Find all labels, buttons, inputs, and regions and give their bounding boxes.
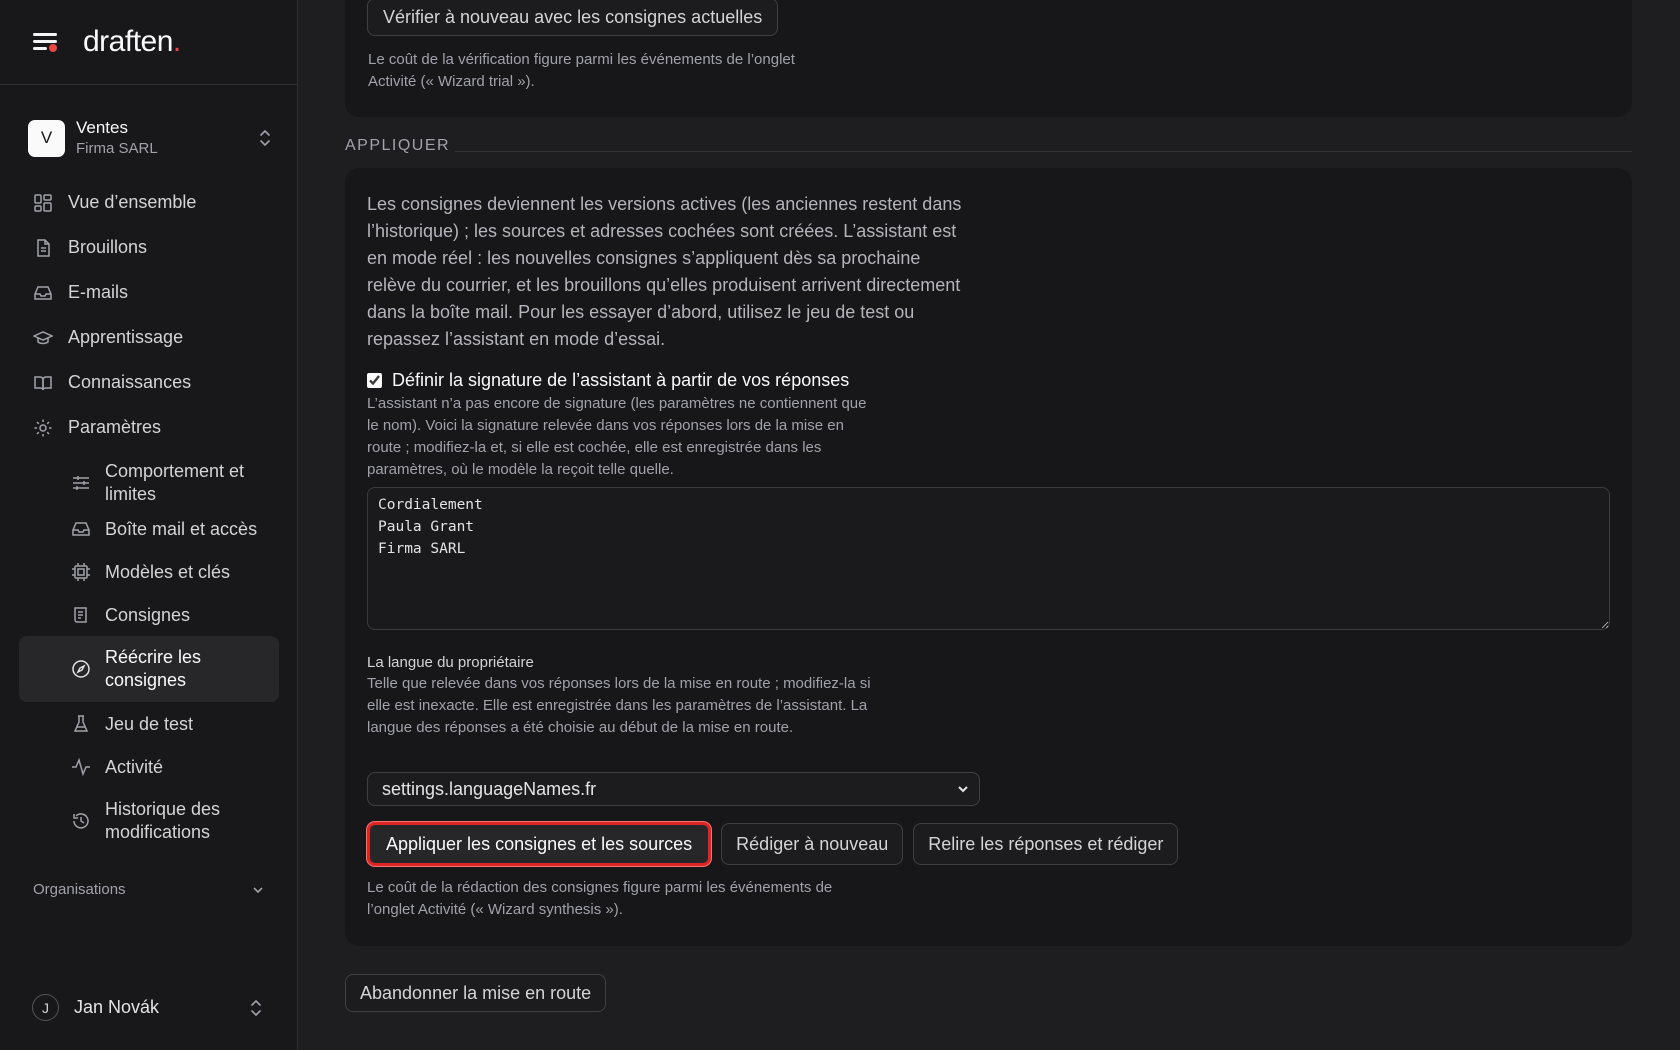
sidebar-item-label: Boîte mail et accès	[105, 518, 258, 539]
sidebar-nav: Vue d’ensemble Brouillons E-mails Appren…	[19, 180, 279, 854]
document-icon	[37, 238, 50, 257]
verify-cost-hint: Le coût de la vérification figure parmi …	[368, 51, 795, 90]
sidebar-subitem-mailbox[interactable]: Boîte mail et accès	[19, 508, 279, 550]
activity-icon	[72, 757, 90, 777]
sidebar-subitem-activity[interactable]: Activité	[19, 746, 279, 788]
sidebar-item-label: Brouillons	[68, 237, 148, 257]
sidebar-item-label: Apprentissage	[68, 327, 184, 347]
flask-icon	[73, 715, 89, 732]
organizations-toggle[interactable]: Organisations	[33, 881, 265, 898]
sidebar-item-label: Jeu de test	[105, 713, 194, 734]
sidebar-subitem-behavior[interactable]: Comportement et limites	[19, 458, 279, 508]
organizations-label: Organisations	[33, 881, 126, 898]
signature-hint: L’assistant n’a pas encore de signature …	[367, 395, 867, 478]
book-open-icon	[34, 375, 52, 390]
apply-instructions-button[interactable]: Appliquer les consignes et les sources	[367, 822, 712, 866]
sidebar-item-label: E-mails	[68, 282, 129, 302]
reread-and-draft-button[interactable]: Relire les réponses et rédiger	[913, 823, 1179, 865]
sidebar-item-learning[interactable]: Apprentissage	[19, 315, 279, 360]
sidebar-item-emails[interactable]: E-mails	[19, 270, 279, 315]
dashboard-icon	[34, 193, 52, 212]
sidebar-item-label: Vue d’ensemble	[68, 192, 197, 212]
sidebar-item-label: Consignes	[105, 604, 191, 625]
sidebar-item-settings[interactable]: Paramètres	[19, 405, 279, 450]
apply-card: Les consignes deviennent les versions ac…	[345, 168, 1632, 946]
compass-icon	[72, 660, 90, 678]
sidebar-subitem-models[interactable]: Modèles et clés	[19, 550, 279, 594]
sliders-icon	[73, 476, 89, 490]
sidebar-item-label: Paramètres	[68, 417, 162, 437]
synthesis-cost-hint: Le coût de la rédaction des consignes fi…	[367, 879, 833, 918]
brand-header: draften.	[0, 0, 297, 85]
workspace-avatar: V	[28, 119, 65, 157]
brand-logo[interactable]: draften.	[83, 25, 181, 59]
sidebar-subitem-history[interactable]: Historique des modifications	[19, 788, 279, 854]
signature-checkbox-label: Définir la signature de l’assistant à pa…	[392, 370, 850, 390]
sidebar-item-overview[interactable]: Vue d’ensemble	[19, 180, 279, 225]
apply-intro-text: Les consignes deviennent les versions ac…	[367, 194, 962, 349]
user-avatar: J	[32, 994, 59, 1021]
signature-checkbox-row[interactable]: Définir la signature de l’assistant à pa…	[367, 370, 849, 391]
verify-again-button[interactable]: Vérifier à nouveau avec les consignes ac…	[367, 0, 779, 36]
sidebar-item-label: Connaissances	[68, 372, 192, 392]
sidebar-subitem-rewrite[interactable]: Réécrire les consignes	[19, 636, 279, 702]
language-label: La langue du propriétaire	[367, 654, 534, 671]
chevrons-up-down-icon	[260, 130, 270, 146]
abandon-setup-button[interactable]: Abandonner la mise en route	[345, 974, 607, 1012]
section-divider	[455, 151, 1632, 152]
workspace-switcher[interactable]: V Ventes Firma SARL	[28, 115, 273, 161]
sidebar-subitem-instructions[interactable]: Consignes	[19, 594, 279, 636]
apply-section-label: APPLIQUER	[345, 137, 451, 154]
sidebar-item-label: Réécrire les consignes	[105, 647, 202, 690]
sidebar-item-label: Activité	[105, 756, 164, 777]
verify-card: Vérifier à nouveau avec les consignes ac…	[345, 0, 1632, 117]
signature-checkbox[interactable]	[367, 373, 382, 388]
sidebar-subitem-testset[interactable]: Jeu de test	[19, 702, 279, 746]
chevron-down-icon	[958, 786, 968, 793]
chevrons-up-down-icon	[251, 999, 261, 1016]
sidebar-item-label: Historique des modifications	[105, 799, 221, 842]
main-content: Vérifier à nouveau avec les consignes ac…	[298, 0, 1680, 1050]
apply-actions: Appliquer les consignes et les sources R…	[367, 822, 1179, 866]
workspace-company: Firma SARL	[76, 140, 158, 157]
language-select[interactable]: settings.languageNames.fr	[367, 772, 980, 806]
language-hint: Telle que relevée dans vos réponses lors…	[367, 675, 871, 736]
sidebar-item-label: Comportement et limites	[105, 461, 245, 504]
signature-textarea[interactable]: Cordialement Paula Grant Firma SARL	[367, 487, 1610, 630]
language-selected-value: settings.languageNames.fr	[382, 778, 597, 799]
user-name: Jan Novák	[74, 997, 160, 1017]
chevron-down-icon	[253, 886, 263, 893]
graduation-cap-icon	[33, 330, 53, 344]
cpu-icon	[72, 563, 90, 581]
menu-icon[interactable]	[33, 31, 59, 53]
user-menu[interactable]: J Jan Novák	[32, 994, 264, 1021]
sidebar-item-label: Modèles et clés	[105, 561, 231, 582]
scroll-icon	[74, 607, 87, 623]
sidebar-item-knowledge[interactable]: Connaissances	[19, 360, 279, 405]
inbox-icon	[72, 522, 90, 536]
history-icon	[73, 813, 89, 829]
workspace-name: Ventes	[76, 118, 128, 137]
redraft-button[interactable]: Rédiger à nouveau	[721, 823, 904, 865]
inbox-icon	[34, 285, 52, 300]
sidebar: draften. V Ventes Firma SARL Vue d’ensem…	[0, 0, 298, 1050]
gear-icon	[34, 419, 52, 436]
sidebar-item-drafts[interactable]: Brouillons	[19, 225, 279, 270]
